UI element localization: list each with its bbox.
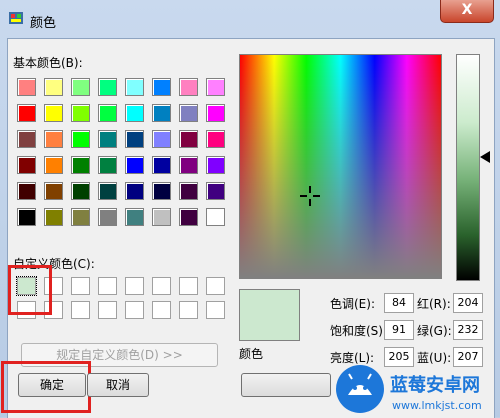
basic-color-swatch[interactable]: [206, 182, 225, 200]
watermark-brand: 蓝莓安卓网: [390, 374, 480, 396]
hue-input[interactable]: 84: [384, 293, 414, 313]
custom-color-swatch[interactable]: [206, 301, 225, 319]
basic-color-swatch[interactable]: [71, 156, 90, 174]
crosshair-icon: [300, 186, 320, 206]
basic-color-swatch[interactable]: [125, 104, 144, 122]
watermark-logo: 蓝莓安卓网 www.lmkjst.com: [336, 365, 482, 413]
basic-color-swatch[interactable]: [206, 78, 225, 96]
basic-color-swatch[interactable]: [152, 208, 171, 226]
window-title: 颜色: [30, 16, 57, 31]
basic-color-swatch[interactable]: [71, 130, 90, 148]
basic-color-swatch[interactable]: [17, 130, 36, 148]
basic-color-swatch[interactable]: [179, 78, 198, 96]
green-label: 绿(G):: [417, 324, 452, 338]
basic-color-swatch[interactable]: [98, 104, 117, 122]
basic-color-swatch[interactable]: [98, 156, 117, 174]
color-app-icon: [9, 12, 23, 24]
close-button[interactable]: X: [440, 0, 494, 23]
basic-color-swatch[interactable]: [71, 182, 90, 200]
saturation-label: 饱和度(S):: [330, 324, 388, 338]
basic-color-swatch[interactable]: [179, 182, 198, 200]
basic-color-swatch[interactable]: [71, 208, 90, 226]
luminosity-slider[interactable]: [456, 54, 480, 281]
custom-color-swatch[interactable]: [179, 301, 198, 319]
basic-color-swatch[interactable]: [44, 156, 63, 174]
saturation-input[interactable]: 91: [384, 320, 414, 340]
basic-color-swatch[interactable]: [71, 78, 90, 96]
basic-color-swatch[interactable]: [44, 104, 63, 122]
basic-color-swatch[interactable]: [152, 130, 171, 148]
basic-color-swatch[interactable]: [152, 104, 171, 122]
red-label: 红(R):: [417, 297, 451, 311]
basic-color-swatch[interactable]: [44, 182, 63, 200]
basic-color-swatch[interactable]: [17, 182, 36, 200]
basic-color-swatch[interactable]: [125, 156, 144, 174]
custom-color-swatch[interactable]: [152, 277, 171, 295]
basic-color-swatch[interactable]: [206, 208, 225, 226]
custom-color-highlight: [8, 265, 52, 315]
basic-color-swatch[interactable]: [98, 208, 117, 226]
custom-color-swatch[interactable]: [179, 277, 198, 295]
cancel-button[interactable]: 取消: [87, 373, 149, 397]
basic-color-swatch[interactable]: [98, 182, 117, 200]
color-preview: [239, 289, 300, 341]
basic-color-swatch[interactable]: [206, 104, 225, 122]
color-spectrum[interactable]: [239, 54, 442, 279]
basic-color-swatch[interactable]: [44, 208, 63, 226]
hue-label: 色调(E):: [330, 297, 375, 311]
basic-color-swatch[interactable]: [125, 208, 144, 226]
basic-color-swatch[interactable]: [71, 104, 90, 122]
green-input[interactable]: 232: [453, 320, 483, 340]
basic-color-swatch[interactable]: [44, 78, 63, 96]
basic-color-swatch[interactable]: [152, 78, 171, 96]
custom-color-swatch[interactable]: [125, 277, 144, 295]
basic-color-swatch[interactable]: [17, 208, 36, 226]
basic-color-swatch[interactable]: [17, 156, 36, 174]
basic-color-swatch[interactable]: [206, 156, 225, 174]
title-bar[interactable]: 颜色 X: [0, 0, 500, 38]
basic-color-swatch[interactable]: [98, 78, 117, 96]
basic-color-swatch[interactable]: [44, 130, 63, 148]
basic-color-swatch[interactable]: [179, 130, 198, 148]
custom-color-swatch[interactable]: [152, 301, 171, 319]
basic-color-swatch[interactable]: [179, 208, 198, 226]
custom-color-swatch[interactable]: [98, 301, 117, 319]
custom-color-swatch[interactable]: [206, 277, 225, 295]
red-input[interactable]: 204: [453, 293, 483, 313]
ok-button-highlight: [1, 361, 91, 413]
luminosity-arrow-icon[interactable]: [480, 151, 490, 163]
basic-color-swatch[interactable]: [125, 182, 144, 200]
custom-color-swatch[interactable]: [71, 301, 90, 319]
custom-color-swatch[interactable]: [125, 301, 144, 319]
basic-color-swatch[interactable]: [17, 104, 36, 122]
basic-color-swatch[interactable]: [152, 182, 171, 200]
basic-color-swatch[interactable]: [125, 130, 144, 148]
basic-color-swatch[interactable]: [206, 130, 225, 148]
basic-color-swatch[interactable]: [179, 104, 198, 122]
preview-label: 颜色: [239, 347, 264, 361]
color-dialog-window: 颜色 X 基本颜色(B): 自定义颜色(C): 规定自定义颜色(D) >> 确定…: [0, 0, 500, 418]
custom-color-swatch[interactable]: [71, 277, 90, 295]
basic-color-swatch[interactable]: [98, 130, 117, 148]
add-to-custom-colors-button[interactable]: [241, 373, 331, 397]
basic-color-swatch[interactable]: [17, 78, 36, 96]
custom-color-swatch[interactable]: [98, 277, 117, 295]
basic-color-swatch[interactable]: [179, 156, 198, 174]
basic-color-swatch[interactable]: [125, 78, 144, 96]
basic-colors-label: 基本颜色(B):: [13, 56, 83, 70]
basic-color-swatch[interactable]: [152, 156, 171, 174]
watermark-url: www.lmkjst.com: [392, 399, 482, 412]
